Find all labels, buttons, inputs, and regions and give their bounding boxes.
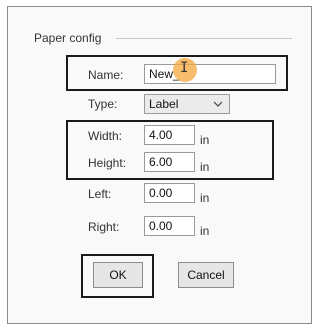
left-unit: in — [200, 191, 210, 205]
left-label: Left: — [88, 187, 112, 201]
height-input[interactable]: 6.00 — [144, 152, 195, 172]
group-divider — [116, 38, 292, 39]
width-label: Width: — [88, 129, 123, 143]
right-input[interactable]: 0.00 — [144, 216, 195, 236]
type-select[interactable]: Label — [144, 94, 230, 114]
height-unit: in — [200, 160, 210, 174]
group-title: Paper config — [34, 31, 102, 45]
right-unit: in — [200, 224, 210, 238]
left-input[interactable]: 0.00 — [144, 183, 195, 203]
ok-button[interactable]: OK — [93, 262, 143, 288]
cancel-button[interactable]: Cancel — [178, 262, 234, 288]
right-label: Right: — [88, 220, 120, 234]
name-label: Name: — [88, 68, 124, 82]
ibeam-cursor-icon: I — [180, 60, 189, 76]
width-unit: in — [200, 133, 210, 147]
type-label: Type: — [88, 97, 118, 111]
type-select-value: Label — [149, 97, 179, 111]
name-input[interactable]: New_ — [144, 64, 276, 84]
height-label: Height: — [88, 156, 127, 170]
chevron-down-icon — [213, 101, 223, 107]
width-input[interactable]: 4.00 — [144, 125, 195, 145]
